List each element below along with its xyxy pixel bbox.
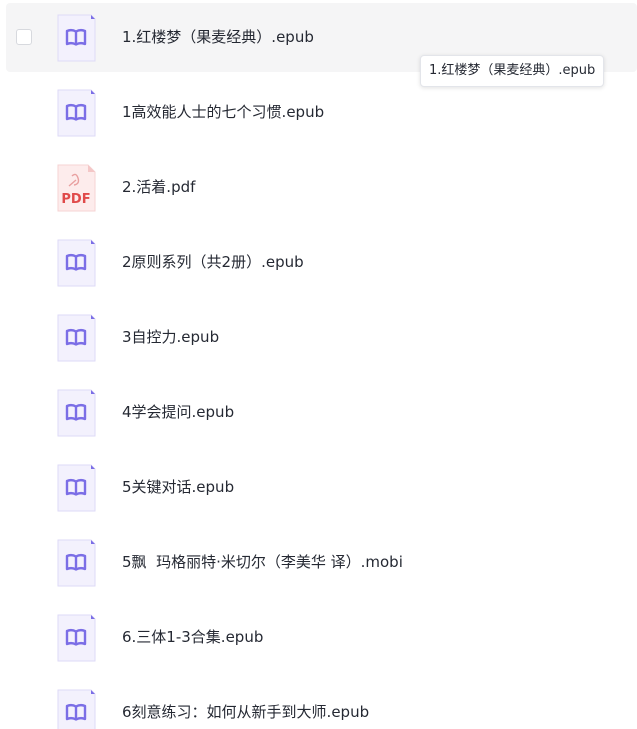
file-row[interactable]: 1高效能人士的七个习惯.epub (6, 78, 637, 147)
file-name[interactable]: 5飘 玛格丽特·米切尔（李美华 译）.mobi (122, 528, 403, 597)
file-row[interactable]: 4学会提问.epub (6, 378, 637, 447)
epub-book-icon (56, 614, 96, 662)
file-row[interactable]: 6.三体1-3合集.epub (6, 603, 637, 672)
file-name[interactable]: 6刻意练习：如何从新手到大师.epub (122, 678, 369, 729)
file-name[interactable]: 2原则系列（共2册）.epub (122, 228, 304, 297)
pdf-file-icon: PDF (56, 164, 96, 212)
file-name[interactable]: 2.活着.pdf (122, 153, 195, 222)
epub-book-icon (56, 464, 96, 512)
epub-book-icon (56, 314, 96, 362)
file-name[interactable]: 1高效能人士的七个习惯.epub (122, 78, 324, 147)
file-row[interactable]: 6刻意练习：如何从新手到大师.epub (6, 678, 637, 729)
file-row[interactable]: 5关键对话.epub (6, 453, 637, 522)
file-list: 1.红楼梦（果麦经典）.epub 1高效能人士的七个习惯.epub PDF 2.… (0, 0, 637, 729)
file-row[interactable]: 3自控力.epub (6, 303, 637, 372)
epub-book-icon (56, 14, 96, 62)
file-name[interactable]: 3自控力.epub (122, 303, 219, 372)
epub-book-icon (56, 539, 96, 587)
file-name[interactable]: 5关键对话.epub (122, 453, 234, 522)
file-name[interactable]: 4学会提问.epub (122, 378, 234, 447)
file-row[interactable]: PDF 2.活着.pdf (6, 153, 637, 222)
filename-tooltip: 1.红楼梦（果麦经典）.epub (420, 55, 605, 87)
epub-book-icon (56, 389, 96, 437)
epub-book-icon (56, 689, 96, 729)
file-name[interactable]: 6.三体1-3合集.epub (122, 603, 263, 672)
file-row[interactable]: 5飘 玛格丽特·米切尔（李美华 译）.mobi (6, 528, 637, 597)
file-row[interactable]: 2原则系列（共2册）.epub (6, 228, 637, 297)
row-checkbox[interactable] (16, 29, 32, 45)
pdf-label: PDF (61, 192, 90, 207)
file-name[interactable]: 1.红楼梦（果麦经典）.epub (122, 3, 314, 72)
epub-book-icon (56, 89, 96, 137)
epub-book-icon (56, 239, 96, 287)
